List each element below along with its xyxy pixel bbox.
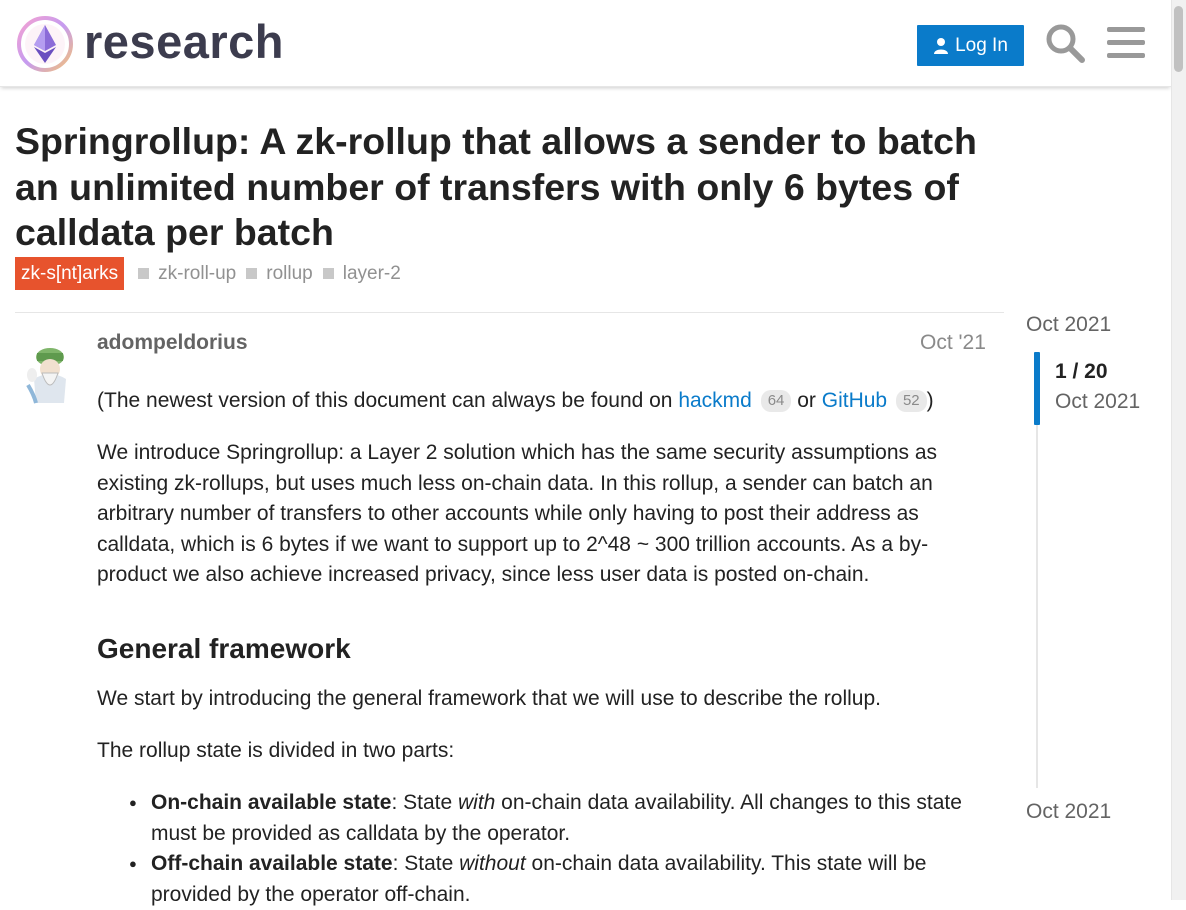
topic-tags: zk-s[nt]arks zk-roll-up rollup layer-2 (15, 257, 411, 290)
site-name[interactable]: research (84, 14, 284, 69)
tag-square-icon (322, 268, 334, 279)
hackmd-link[interactable]: hackmd (678, 389, 752, 412)
login-button[interactable]: Log In (917, 25, 1024, 66)
timeline-start-date[interactable]: Oct 2021 (1026, 313, 1111, 337)
list-item: On-chain available state: State with on-… (97, 788, 977, 849)
scrollbar-thumb[interactable] (1174, 6, 1183, 72)
tag-label: zk-roll-up (158, 262, 237, 284)
intro-text: (The newest version of this document can… (97, 389, 679, 412)
tag-layer-2[interactable]: layer-2 (322, 262, 401, 285)
link-click-count: 52 (895, 390, 927, 412)
timeline-current-date: Oct 2021 (1055, 390, 1141, 413)
user-icon (934, 37, 949, 54)
post-paragraph: We introduce Springrollup: a Layer 2 sol… (97, 441, 938, 586)
timeline-scroll-handle[interactable] (1034, 352, 1040, 425)
site-header: research Log In (0, 0, 1171, 87)
tag-label: rollup (266, 262, 313, 284)
github-link[interactable]: GitHub (822, 389, 887, 412)
list-item-term: On-chain available state (151, 791, 392, 814)
research-logo-icon[interactable] (16, 15, 74, 73)
category-badge[interactable]: zk-s[nt]arks (15, 257, 125, 290)
list-item-text: : State (391, 791, 458, 814)
link-click-count: 64 (760, 390, 792, 412)
tag-rollup[interactable]: rollup (246, 262, 313, 285)
tag-square-icon (246, 268, 258, 279)
section-heading: General framework (97, 633, 351, 664)
divider (15, 312, 1004, 313)
intro-text: or (791, 389, 822, 412)
list-item-emphasis: without (459, 852, 526, 875)
list-item-text: : State (392, 852, 460, 875)
topic-title[interactable]: Springrollup: A zk-rollup that allows a … (15, 119, 1015, 256)
hamburger-menu-icon[interactable] (1107, 26, 1145, 60)
tag-square-icon (138, 268, 150, 279)
timeline-position: 1 / 20 (1055, 360, 1108, 383)
post-username[interactable]: adompeldorius (97, 331, 248, 355)
search-icon[interactable] (1044, 22, 1086, 64)
avatar[interactable] (20, 335, 80, 407)
post-paragraph: We start by introducing the general fram… (97, 687, 881, 710)
list-item-emphasis: with (457, 791, 496, 814)
timeline-end-date[interactable]: Oct 2021 (1026, 800, 1111, 824)
post-date[interactable]: Oct '21 (920, 331, 986, 355)
intro-text: ) (926, 389, 934, 412)
list-item-term: Off-chain available state (151, 852, 393, 875)
tag-zk-roll-up[interactable]: zk-roll-up (138, 263, 236, 285)
post-intro: (The newest version of this document can… (97, 386, 934, 417)
scrollbar[interactable] (1171, 0, 1186, 900)
login-label: Log In (955, 34, 1008, 56)
list-item: Off-chain available state: State without… (97, 849, 977, 910)
post-paragraph: The rollup state is divided in two parts… (97, 739, 455, 762)
state-list: On-chain available state: State with on-… (97, 788, 977, 910)
tag-label: layer-2 (342, 262, 401, 284)
